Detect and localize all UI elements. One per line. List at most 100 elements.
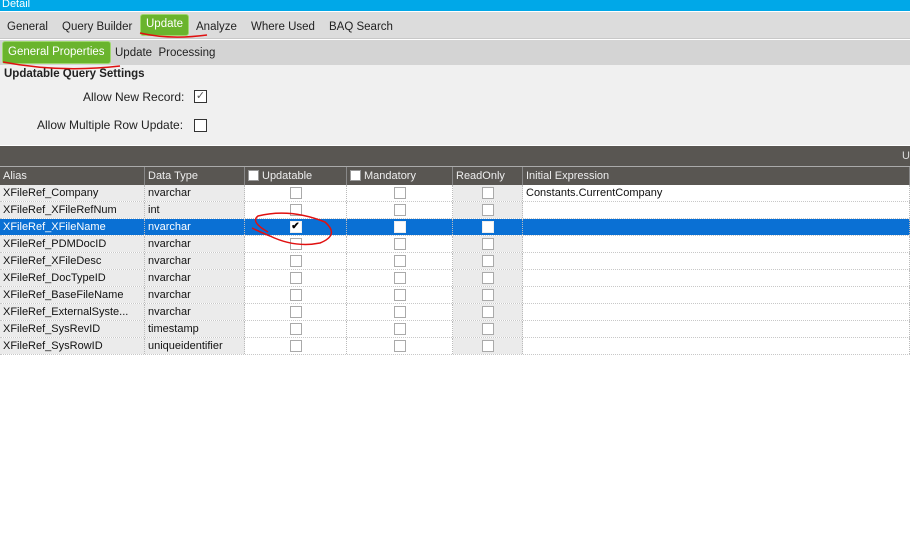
allow-new-record-checkbox[interactable]: ✓ bbox=[194, 90, 207, 103]
readonly-checkbox[interactable] bbox=[481, 306, 494, 318]
initial-expression-cell[interactable] bbox=[523, 321, 910, 337]
table-row[interactable]: XFileRef_SysRowID uniqueidentifier bbox=[0, 338, 910, 355]
col-updatable[interactable]: Updatable bbox=[245, 167, 347, 185]
initial-expression-cell[interactable] bbox=[523, 270, 910, 286]
table-row[interactable]: XFileRef_Company nvarchar Constants.Curren… bbox=[0, 185, 910, 202]
initial-expression-cell[interactable] bbox=[523, 304, 910, 320]
readonly-checkbox[interactable] bbox=[481, 340, 494, 352]
alias-cell[interactable]: XFileRef_XFileRefNum bbox=[0, 202, 145, 218]
alias-cell[interactable]: XFileRef_PDMDocID bbox=[0, 236, 145, 252]
data-type-cell[interactable]: int bbox=[145, 202, 245, 218]
initial-expression-cell[interactable] bbox=[523, 202, 910, 218]
alias-cell[interactable]: XFileRef_XFileName bbox=[0, 219, 145, 235]
alias-cell[interactable]: XFileRef_SysRowID bbox=[0, 338, 145, 354]
table-row[interactable]: XFileRef_SysRevID timestamp bbox=[0, 321, 910, 338]
alias-cell[interactable]: XFileRef_XFileDesc bbox=[0, 253, 145, 269]
updatable-all-checkbox[interactable] bbox=[248, 170, 259, 181]
data-type-cell[interactable]: nvarchar bbox=[145, 185, 245, 201]
readonly-cell[interactable] bbox=[453, 219, 523, 235]
mandatory-checkbox[interactable] bbox=[393, 272, 406, 284]
alias-cell[interactable]: XFileRef_SysRevID bbox=[0, 321, 145, 337]
updatable-cell[interactable] bbox=[245, 253, 347, 269]
tab-baq-search[interactable]: BAQ Search bbox=[329, 16, 393, 38]
col-mandatory[interactable]: Mandatory bbox=[347, 167, 453, 185]
tab-where-used[interactable]: Where Used bbox=[251, 16, 315, 38]
alias-cell[interactable]: XFileRef_Company bbox=[0, 185, 145, 201]
readonly-cell[interactable] bbox=[453, 253, 523, 269]
mandatory-checkbox[interactable] bbox=[393, 187, 406, 199]
col-data-type[interactable]: Data Type bbox=[145, 167, 245, 185]
updatable-checkbox[interactable] bbox=[289, 238, 302, 250]
updatable-cell[interactable] bbox=[245, 270, 347, 286]
data-type-cell[interactable]: timestamp bbox=[145, 321, 245, 337]
tab-query-builder[interactable]: Query Builder bbox=[62, 16, 132, 38]
readonly-checkbox[interactable] bbox=[481, 187, 494, 199]
readonly-cell[interactable] bbox=[453, 236, 523, 252]
alias-cell[interactable]: XFileRef_ExternalSyste... bbox=[0, 304, 145, 320]
readonly-checkbox[interactable] bbox=[481, 204, 494, 216]
data-type-cell[interactable]: nvarchar bbox=[145, 253, 245, 269]
readonly-checkbox[interactable] bbox=[481, 289, 494, 301]
mandatory-checkbox[interactable] bbox=[393, 255, 406, 267]
table-row[interactable]: XFileRef_ExternalSyste... nvarchar bbox=[0, 304, 910, 321]
updatable-checkbox[interactable] bbox=[289, 323, 302, 335]
tab-update-processing[interactable]: Update Processing bbox=[115, 42, 215, 64]
mandatory-cell[interactable] bbox=[347, 321, 453, 337]
updatable-checkbox[interactable] bbox=[289, 289, 302, 301]
readonly-cell[interactable] bbox=[453, 270, 523, 286]
updatable-checkbox[interactable] bbox=[289, 255, 302, 267]
data-type-cell[interactable]: nvarchar bbox=[145, 287, 245, 303]
mandatory-checkbox[interactable] bbox=[393, 340, 406, 352]
readonly-cell[interactable] bbox=[453, 287, 523, 303]
readonly-checkbox[interactable] bbox=[481, 323, 494, 335]
mandatory-cell[interactable] bbox=[347, 185, 453, 201]
readonly-cell[interactable] bbox=[453, 304, 523, 320]
table-row[interactable]: XFileRef_BaseFileName nvarchar bbox=[0, 287, 910, 304]
table-row[interactable]: XFileRef_DocTypeID nvarchar bbox=[0, 270, 910, 287]
initial-expression-cell[interactable] bbox=[523, 236, 910, 252]
mandatory-checkbox[interactable] bbox=[393, 323, 406, 335]
updatable-cell[interactable] bbox=[245, 338, 347, 354]
data-type-cell[interactable]: nvarchar bbox=[145, 236, 245, 252]
data-type-cell[interactable]: nvarchar bbox=[145, 270, 245, 286]
table-row[interactable]: XFileRef_XFileName nvarchar ✔ bbox=[0, 219, 910, 236]
data-type-cell[interactable]: uniqueidentifier bbox=[145, 338, 245, 354]
tab-analyze[interactable]: Analyze bbox=[196, 16, 237, 38]
mandatory-checkbox[interactable] bbox=[393, 289, 406, 301]
col-alias[interactable]: Alias bbox=[0, 167, 145, 185]
updatable-checkbox[interactable] bbox=[289, 187, 302, 199]
initial-expression-cell[interactable] bbox=[523, 338, 910, 354]
updatable-checkbox[interactable]: ✔ bbox=[289, 221, 302, 233]
alias-cell[interactable]: XFileRef_BaseFileName bbox=[0, 287, 145, 303]
readonly-checkbox[interactable] bbox=[481, 255, 494, 267]
updatable-cell[interactable] bbox=[245, 304, 347, 320]
readonly-cell[interactable] bbox=[453, 321, 523, 337]
table-row[interactable]: XFileRef_PDMDocID nvarchar bbox=[0, 236, 910, 253]
alias-cell[interactable]: XFileRef_DocTypeID bbox=[0, 270, 145, 286]
tab-general[interactable]: General bbox=[7, 16, 48, 38]
updatable-cell[interactable] bbox=[245, 202, 347, 218]
readonly-checkbox[interactable] bbox=[481, 272, 494, 284]
mandatory-all-checkbox[interactable] bbox=[350, 170, 361, 181]
readonly-cell[interactable] bbox=[453, 202, 523, 218]
mandatory-checkbox[interactable] bbox=[393, 204, 406, 216]
updatable-cell[interactable] bbox=[245, 321, 347, 337]
updatable-checkbox[interactable] bbox=[289, 204, 302, 216]
updatable-checkbox[interactable] bbox=[289, 272, 302, 284]
mandatory-cell[interactable] bbox=[347, 304, 453, 320]
mandatory-cell[interactable] bbox=[347, 202, 453, 218]
initial-expression-cell[interactable] bbox=[523, 253, 910, 269]
table-row[interactable]: XFileRef_XFileRefNum int bbox=[0, 202, 910, 219]
updatable-cell[interactable]: ✔ bbox=[245, 219, 347, 235]
updatable-checkbox[interactable] bbox=[289, 340, 302, 352]
mandatory-cell[interactable] bbox=[347, 236, 453, 252]
tab-general-properties[interactable]: General Properties bbox=[2, 41, 111, 64]
mandatory-checkbox[interactable] bbox=[393, 221, 406, 233]
col-readonly[interactable]: ReadOnly bbox=[453, 167, 523, 185]
initial-expression-cell[interactable] bbox=[523, 219, 910, 235]
col-initial-expression[interactable]: Initial Expression bbox=[523, 167, 910, 185]
data-type-cell[interactable]: nvarchar bbox=[145, 219, 245, 235]
data-type-cell[interactable]: nvarchar bbox=[145, 304, 245, 320]
mandatory-cell[interactable] bbox=[347, 219, 453, 235]
readonly-checkbox[interactable] bbox=[481, 238, 494, 250]
